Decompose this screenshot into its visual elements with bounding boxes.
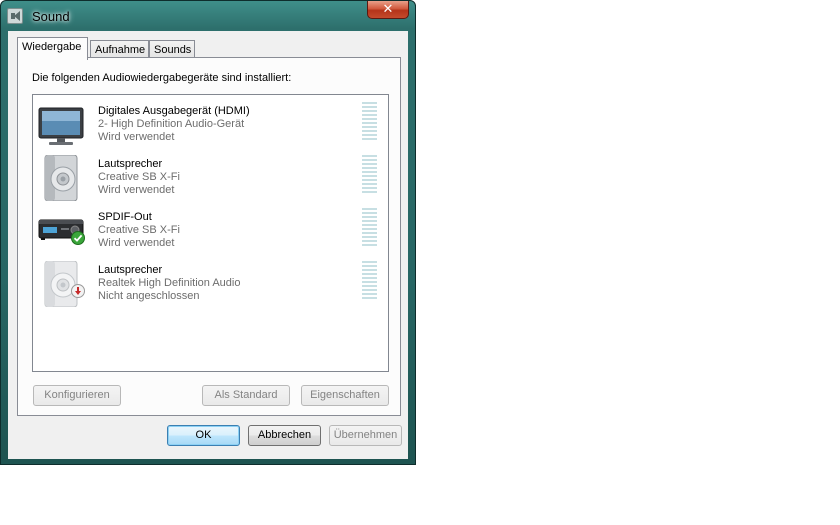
tab-wiedergabe[interactable]: Wiedergabe [17, 37, 88, 60]
device-name: SPDIF-Out [98, 211, 152, 223]
device-driver: 2- High Definition Audio-Gerät [98, 118, 245, 130]
list-item[interactable]: SPDIF-Out Creative SB X-Fi Wird verwende… [33, 201, 388, 254]
ok-button[interactable]: OK [167, 425, 240, 446]
speaker-icon [7, 8, 23, 24]
list-item[interactable]: Lautsprecher Realtek High Definition Aud… [33, 254, 388, 308]
device-driver: Creative SB X-Fi [98, 171, 180, 183]
level-meter [362, 208, 377, 248]
device-status: Nicht angeschlossen [98, 290, 200, 302]
window-title: Sound [32, 9, 70, 24]
dialog-client-area: Wiedergabe Aufnahme Sounds Die folgenden… [8, 31, 408, 459]
tab-label: Wiedergabe [22, 41, 82, 53]
sound-dialog: Sound ✕ Wiedergabe Aufnahme Sounds Die f… [0, 0, 416, 465]
configure-button[interactable]: Konfigurieren [33, 385, 121, 406]
device-status: Wird verwendet [98, 131, 175, 143]
hdmi-monitor-icon [37, 102, 85, 148]
device-name: Lautsprecher [98, 158, 163, 170]
set-default-button[interactable]: Als Standard [202, 385, 290, 406]
properties-button[interactable]: Eigenschaften [301, 385, 389, 406]
close-icon: ✕ [382, 1, 394, 16]
device-status: Wird verwendet [98, 237, 175, 249]
instruction-text: Die folgenden Audiowiedergabegeräte sind… [32, 72, 292, 84]
cancel-button[interactable]: Abbrechen [248, 425, 321, 446]
apply-button[interactable]: Übernehmen [329, 425, 402, 446]
close-button[interactable]: ✕ [367, 1, 409, 19]
list-item[interactable]: Lautsprecher Creative SB X-Fi Wird verwe… [33, 148, 388, 202]
tab-label: Aufnahme [95, 44, 146, 56]
device-list[interactable]: Digitales Ausgabegerät (HDMI) 2- High De… [32, 94, 389, 372]
list-item[interactable]: Digitales Ausgabegerät (HDMI) 2- High De… [33, 95, 388, 148]
default-device-check-icon [71, 231, 85, 245]
device-driver: Realtek High Definition Audio [98, 277, 241, 289]
speaker-icon [37, 154, 85, 202]
unplugged-arrow-icon [71, 284, 85, 298]
level-meter [362, 155, 377, 195]
playback-tab-panel: Die folgenden Audiowiedergabegeräte sind… [17, 57, 401, 416]
level-meter [362, 102, 377, 142]
device-driver: Creative SB X-Fi [98, 224, 180, 236]
device-status: Wird verwendet [98, 184, 175, 196]
device-name: Digitales Ausgabegerät (HDMI) [98, 105, 250, 117]
title-bar[interactable]: Sound ✕ [1, 1, 415, 31]
device-name: Lautsprecher [98, 264, 163, 276]
tab-label: Sounds [154, 44, 192, 56]
level-meter [362, 261, 377, 301]
